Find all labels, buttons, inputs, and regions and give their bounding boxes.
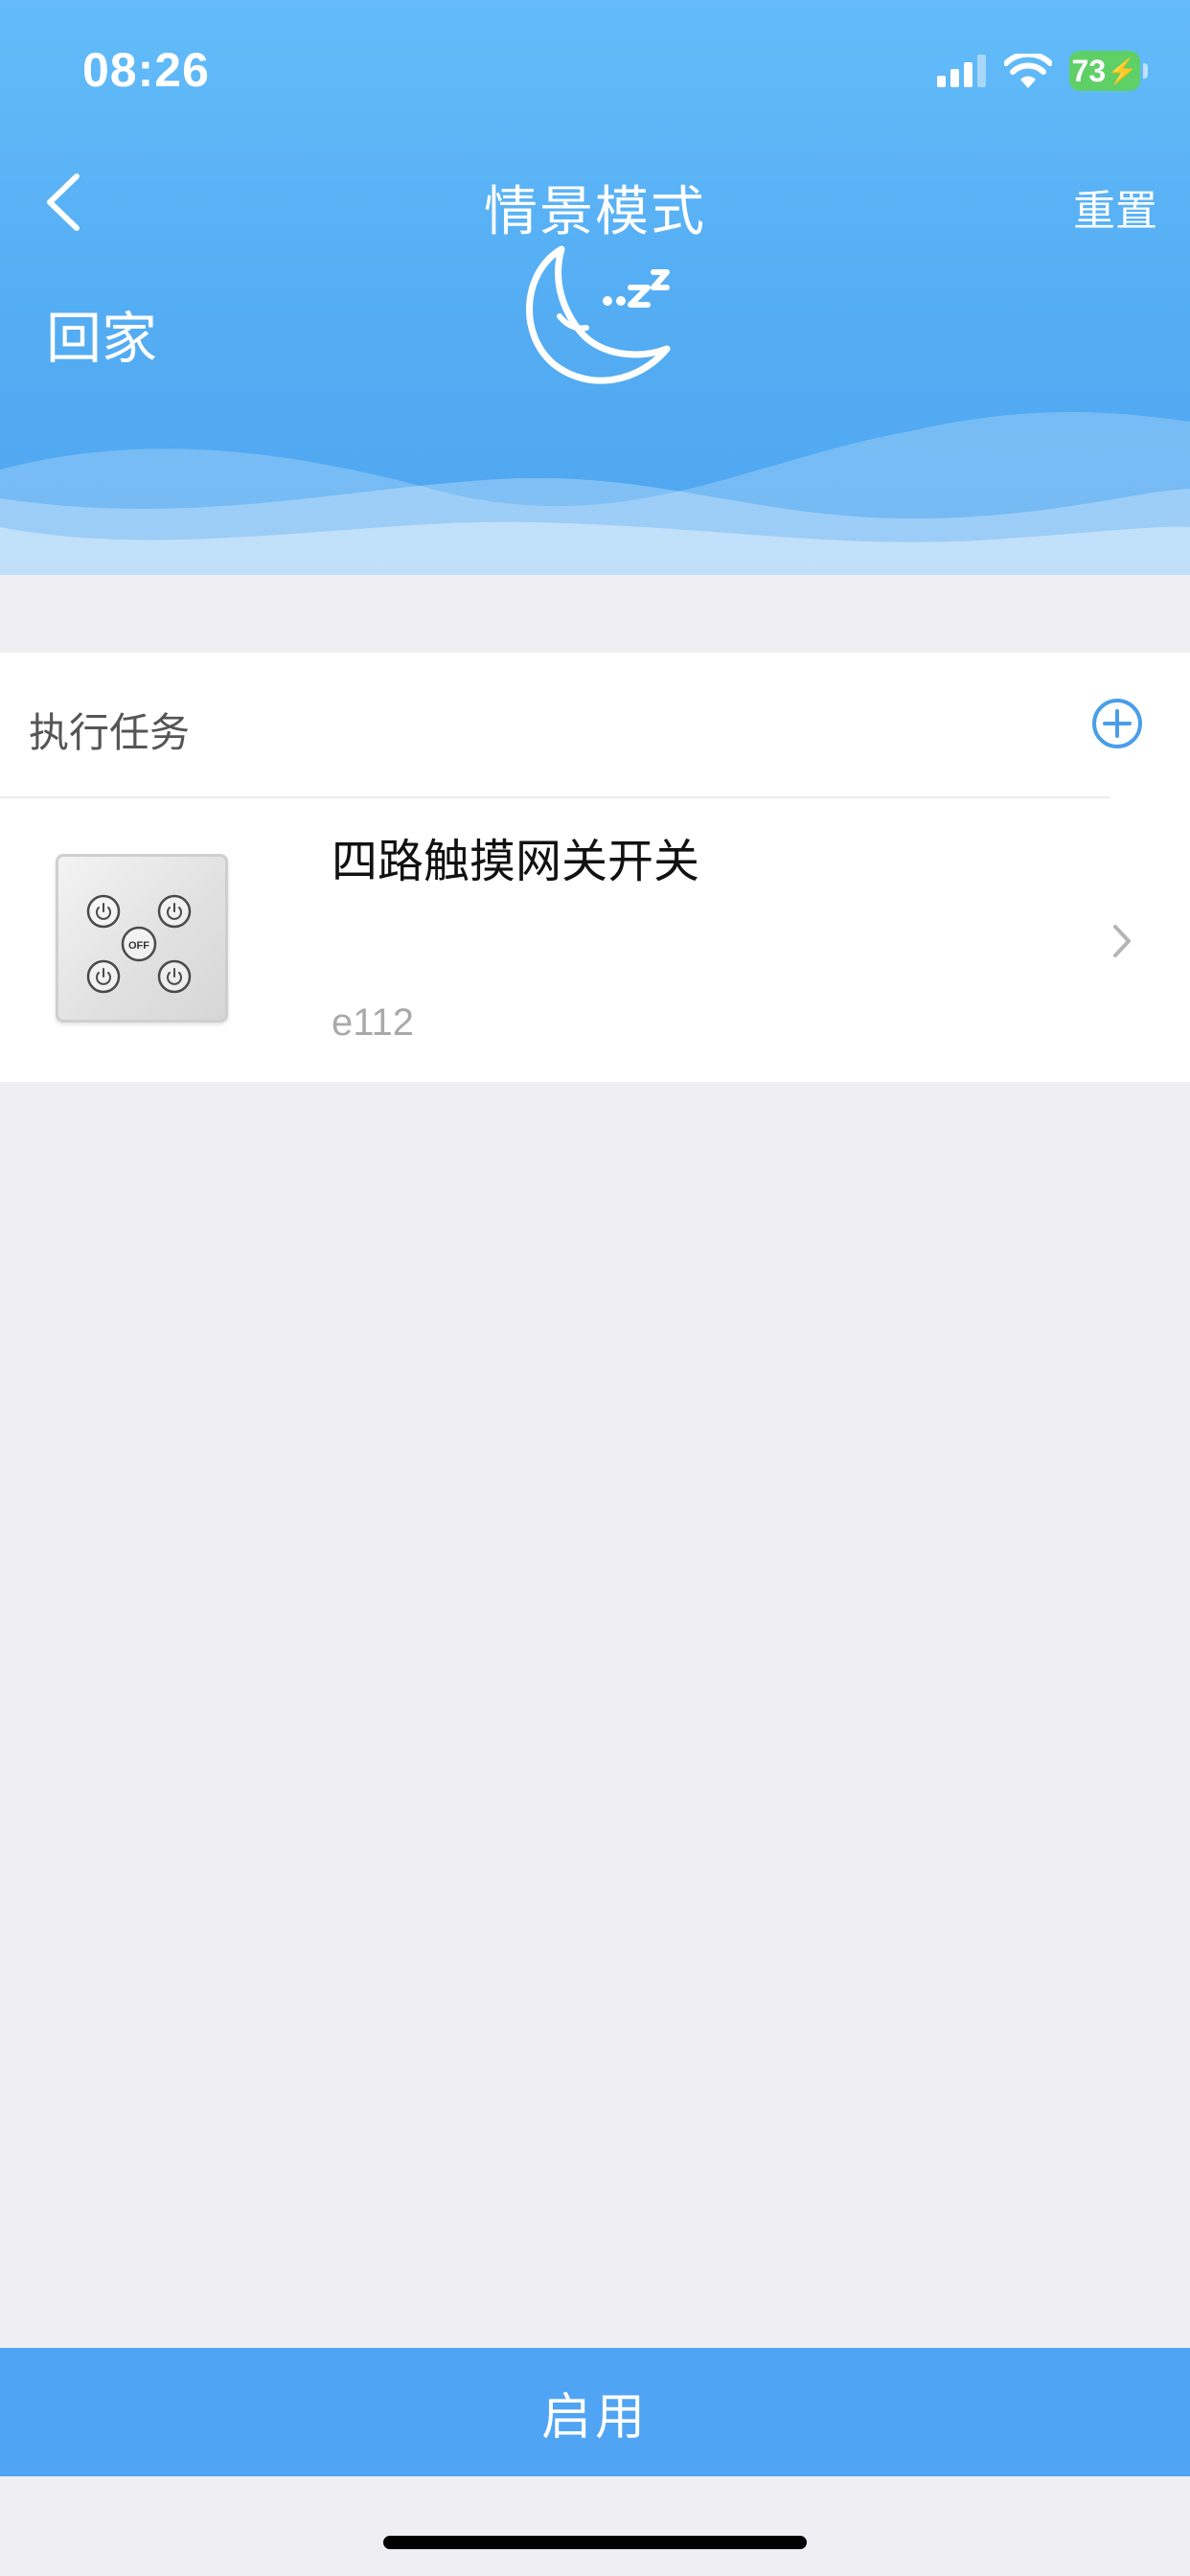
- panel-off-label: OFF: [128, 940, 149, 952]
- scene-name: 回家: [46, 306, 158, 371]
- signal-icon: [937, 55, 986, 87]
- device-name: 四路触摸网关开关: [332, 835, 700, 888]
- task-section: 执行任务 OFF 四路触摸网关开关 e112: [0, 653, 1190, 1082]
- list-item[interactable]: OFF 四路触摸网关开关 e112: [0, 798, 1190, 1082]
- wave-decoration: [0, 412, 1190, 575]
- status-icons: 73 ⚡: [937, 48, 1148, 94]
- chevron-right-icon: [1113, 925, 1131, 957]
- task-section-title: 执行任务: [29, 709, 191, 756]
- touch-switch-panel-icon: OFF: [56, 854, 228, 1023]
- wifi-icon: [1004, 54, 1052, 88]
- moon-sleep-icon: [526, 245, 671, 384]
- home-indicator[interactable]: [383, 2536, 807, 2549]
- page-title: 情景模式: [484, 181, 706, 243]
- reset-button[interactable]: 重置: [1073, 176, 1157, 238]
- battery-charging-icon: 73 ⚡: [1069, 51, 1148, 91]
- add-circle-icon[interactable]: [1090, 697, 1144, 750]
- enable-button[interactable]: 启用: [0, 2348, 1190, 2476]
- device-id: e112: [332, 1001, 415, 1044]
- status-time: 08:26: [82, 43, 210, 97]
- task-section-header: 执行任务: [0, 653, 1190, 796]
- scene-header: 08:26 73 ⚡ 情景模式 重置 回家: [0, 0, 1190, 575]
- battery-level: 73: [1071, 53, 1107, 88]
